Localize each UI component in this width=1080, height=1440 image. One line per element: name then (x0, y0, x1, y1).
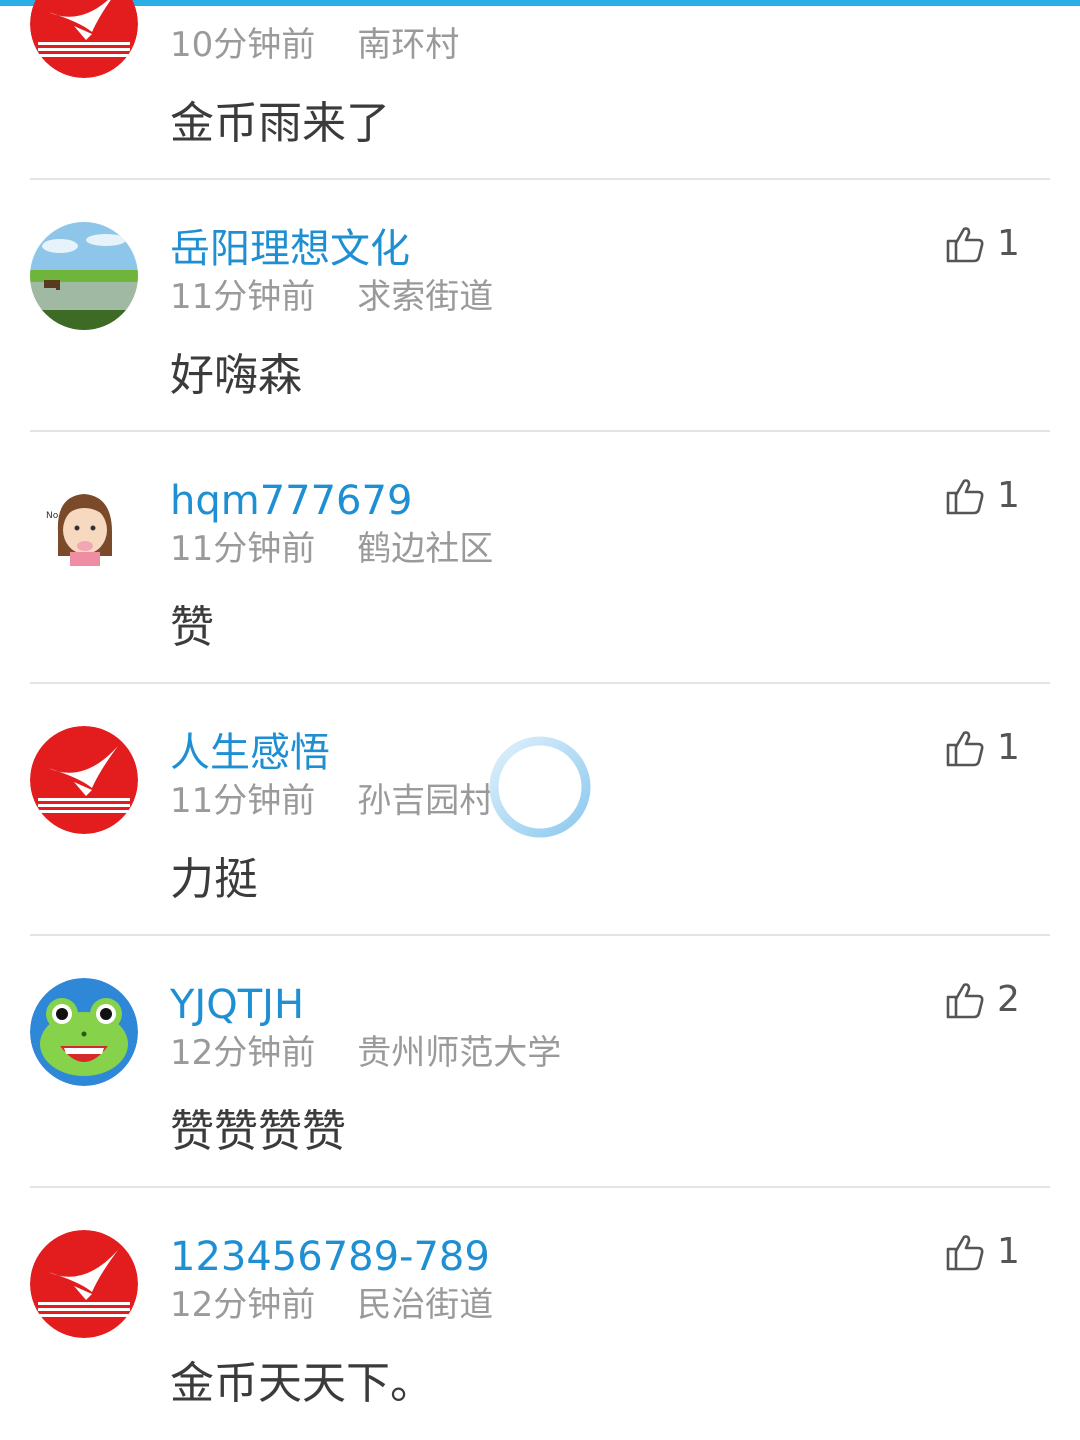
comment-location: 民治街道 (357, 1285, 494, 1325)
comment-item: 岳阳理想文化 11分钟前 求索街道 好嗨森 1 (0, 180, 1080, 432)
thumbs-up-icon (945, 980, 985, 1020)
comment-location: 南环村 (357, 25, 460, 65)
comment-meta: 12分钟前 贵州师范大学 (170, 1031, 561, 1075)
comment-item: No hqm777679 11分钟前 鹤边社区 赞 1 (0, 432, 1080, 684)
comment-meta: 11分钟前 孙吉园村 (170, 779, 493, 823)
comment-time: 10分钟前 (170, 25, 316, 65)
landscape-photo-icon[interactable] (30, 222, 138, 330)
comment-text: 赞赞赞赞 (170, 1106, 346, 1157)
comment-username[interactable]: 岳阳理想文化 (170, 224, 410, 274)
comment-text: 力挺 (170, 854, 258, 905)
brand-logo-icon[interactable] (30, 1230, 138, 1338)
comment-time: 11分钟前 (170, 529, 316, 569)
like-button[interactable]: 1 (945, 220, 1020, 268)
thumbs-up-icon (945, 476, 985, 516)
cartoon-girl-icon[interactable]: No (30, 474, 138, 582)
thumbs-up-icon (945, 224, 985, 264)
like-button[interactable]: 1 (945, 724, 1020, 772)
frog-face-icon[interactable] (30, 978, 138, 1086)
comment-item: 10分钟前 南环村 金币雨来了 (0, 0, 1080, 180)
comment-text: 赞 (170, 602, 214, 653)
comment-location: 孙吉园村 (357, 781, 494, 821)
like-count: 1 (997, 727, 1020, 768)
like-button[interactable]: 2 (945, 976, 1020, 1024)
thumbs-up-icon (945, 1232, 985, 1272)
comment-text: 好嗨森 (170, 350, 302, 401)
brand-logo-icon[interactable] (30, 726, 138, 834)
comment-location: 求索街道 (357, 277, 494, 317)
like-count: 2 (997, 979, 1020, 1020)
comment-location: 贵州师范大学 (357, 1033, 562, 1073)
comment-meta: 10分钟前 南环村 (170, 23, 459, 67)
comment-meta: 11分钟前 鹤边社区 (170, 527, 493, 571)
comment-username[interactable]: YJQTJH (170, 980, 304, 1030)
comment-time: 11分钟前 (170, 277, 316, 317)
like-count: 1 (997, 1231, 1020, 1272)
comment-text: 金币雨来了 (170, 98, 390, 149)
brand-logo-icon[interactable] (30, 0, 138, 78)
svg-text:No: No (46, 511, 59, 521)
like-button[interactable]: 1 (945, 472, 1020, 520)
loading-spinner-icon (489, 736, 591, 838)
like-button[interactable]: 1 (945, 1228, 1020, 1276)
like-count: 1 (997, 475, 1020, 516)
comment-location: 鹤边社区 (357, 529, 494, 569)
comment-time: 12分钟前 (170, 1285, 316, 1325)
thumbs-up-icon (945, 728, 985, 768)
comment-username[interactable]: 人生感悟 (170, 728, 330, 778)
comment-time: 11分钟前 (170, 781, 316, 821)
comment-list: 10分钟前 南环村 金币雨来了 岳阳理想文化 11分钟前 求索街道 好嗨森 1 (0, 0, 1080, 1440)
comment-username[interactable]: 123456789-789 (170, 1232, 490, 1282)
comment-meta: 12分钟前 民治街道 (170, 1283, 493, 1327)
comment-text: 金币天天下。 (170, 1358, 434, 1409)
comment-username[interactable]: hqm777679 (170, 476, 412, 526)
like-count: 1 (997, 223, 1020, 264)
comment-item: 123456789-789 12分钟前 民治街道 金币天天下。 1 (0, 1188, 1080, 1440)
comment-item: YJQTJH 12分钟前 贵州师范大学 赞赞赞赞 2 (0, 936, 1080, 1188)
comment-meta: 11分钟前 求索街道 (170, 275, 493, 319)
comment-time: 12分钟前 (170, 1033, 316, 1073)
